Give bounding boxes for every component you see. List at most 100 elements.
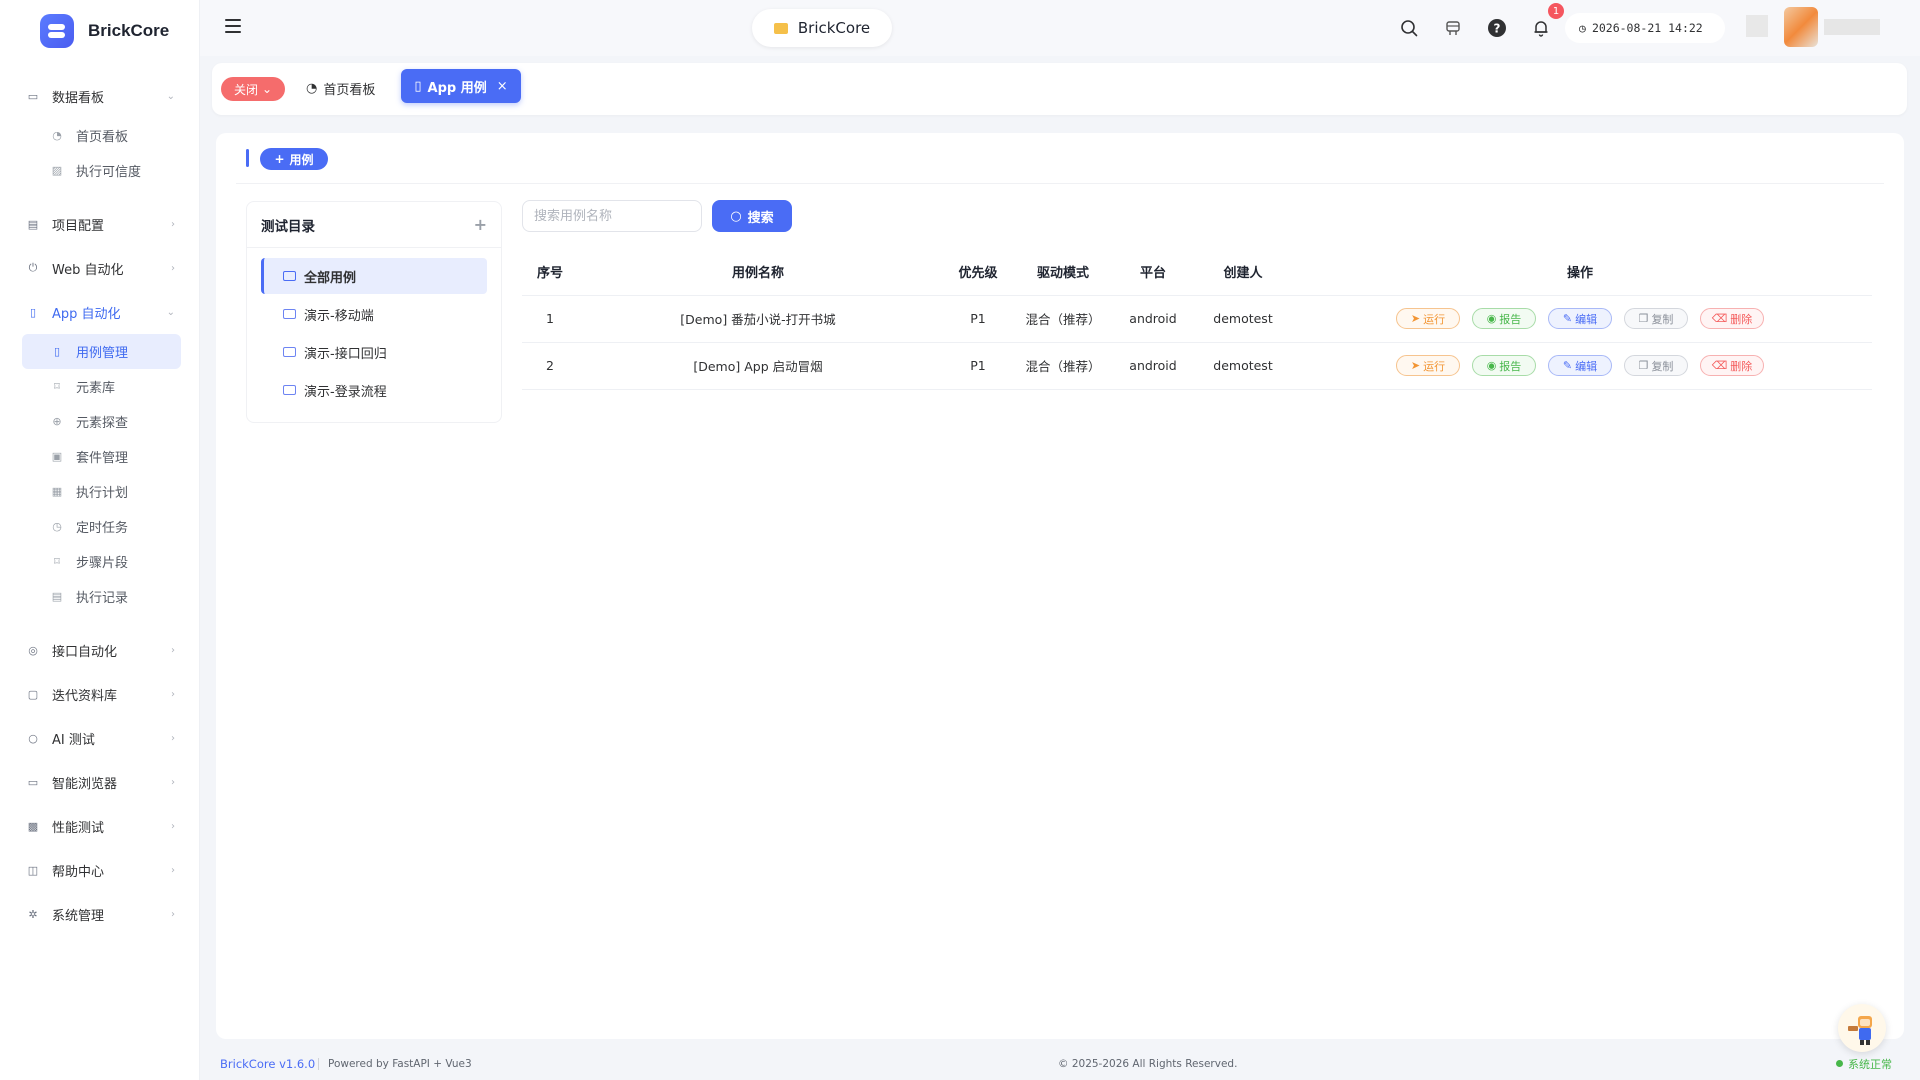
tab-home-dashboard[interactable]: ◔ 首页看板 <box>306 75 375 101</box>
edit-button[interactable]: ✎ 编辑 <box>1548 355 1612 376</box>
sidebar-group-api-automation[interactable]: ◎ 接口自动化 › <box>0 628 199 672</box>
sidebar-item-execution-records[interactable]: ▤ 执行记录 <box>22 579 181 614</box>
copy-button[interactable]: ❐ 复制 <box>1624 355 1688 376</box>
menu-toggle-icon[interactable] <box>225 19 241 33</box>
send-icon: ➤ <box>1410 312 1421 325</box>
tree-header: 测试目录 + <box>247 202 501 248</box>
powered-by: Powered by FastAPI + Vue3 <box>328 1057 472 1070</box>
header-actions: ? 1 <box>1398 0 1564 56</box>
cell-no: 2 <box>522 342 578 390</box>
copyright: © 2025-2026 All Rights Reserved. <box>1058 1057 1238 1070</box>
sidebar-group-app-automation[interactable]: ▯ App 自动化 ⌄ <box>0 290 199 334</box>
sidebar-item-label: 元素库 <box>76 381 116 396</box>
cell-name[interactable]: [Demo] 番茄小说-打开书城 <box>578 295 938 343</box>
folder-icon <box>773 22 788 34</box>
bell-icon[interactable]: 1 <box>1530 3 1564 39</box>
sidebar-group-iteration-library[interactable]: ▢ 迭代资料库 › <box>0 672 199 716</box>
table-row[interactable]: 1 [Demo] 番茄小说-打开书城 P1 混合（推荐） android dem… <box>522 295 1872 343</box>
search-button[interactable]: ○ 搜索 <box>712 200 792 232</box>
sidebar-item-scheduled-task[interactable]: ◷ 定时任务 <box>22 509 181 544</box>
cell-name[interactable]: [Demo] App 启动冒烟 <box>578 342 938 390</box>
case-search-input[interactable] <box>522 200 702 232</box>
column-header: 优先级 <box>938 249 1018 296</box>
column-header: 序号 <box>522 249 578 296</box>
tree-item-label: 演示-移动端 <box>304 308 374 324</box>
help-icon[interactable]: ? <box>1486 17 1508 39</box>
delete-button[interactable]: ⌫ 删除 <box>1700 355 1764 376</box>
assistant-mascot-icon[interactable] <box>1838 1004 1886 1052</box>
chevron-down-icon: ⌄ <box>166 306 175 318</box>
run-button[interactable]: ➤ 运行 <box>1396 308 1460 329</box>
edit-button[interactable]: ✎ 编辑 <box>1548 308 1612 329</box>
cell-creator: demotest <box>1198 342 1288 390</box>
report-button[interactable]: ◉ 报告 <box>1472 308 1536 329</box>
tree-item-label: 演示-接口回归 <box>304 346 387 362</box>
sidebar-item-element-inspector[interactable]: ⊕ 元素探查 <box>22 404 181 439</box>
cell-platform: android <box>1108 295 1198 343</box>
sidebar-group-performance-testing[interactable]: ▩ 性能测试 › <box>0 804 199 848</box>
close-icon[interactable]: × <box>497 79 508 94</box>
sidebar-item-element-library[interactable]: ⌑ 元素库 <box>22 369 181 404</box>
sidebar-group-help-center[interactable]: ◫ 帮助中心 › <box>0 848 199 892</box>
sidebar-group-ai-testing[interactable]: ○ AI 测试 › <box>0 716 199 760</box>
sidebar-item-execution-reliability[interactable]: ▨ 执行可信度 <box>22 153 181 188</box>
sidebar-group-smart-browser[interactable]: ▭ 智能浏览器 › <box>0 760 199 804</box>
sidebar-item-label: 首页看板 <box>76 130 129 145</box>
sidebar-item-execution-plan[interactable]: ▦ 执行计划 <box>22 474 181 509</box>
brand[interactable]: BrickCore <box>0 0 199 62</box>
eye-icon: ◉ <box>1486 359 1497 372</box>
cell-no: 1 <box>522 295 578 343</box>
run-button[interactable]: ➤ 运行 <box>1396 355 1460 376</box>
tree-item-demo-login-flow[interactable]: 演示-登录流程 <box>261 372 487 408</box>
add-case-button[interactable]: + 用例 <box>260 148 328 170</box>
report-label: 报告 <box>1499 359 1522 373</box>
report-label: 报告 <box>1499 312 1522 326</box>
theme-icon[interactable] <box>1442 17 1464 39</box>
sidebar-item-step-snippets[interactable]: ⌑ 步骤片段 <box>22 544 181 579</box>
chevron-right-icon: › <box>171 644 175 656</box>
column-header: 平台 <box>1108 249 1198 296</box>
brand-name: BrickCore <box>88 21 170 40</box>
tree-item-demo-api-regression[interactable]: 演示-接口回归 <box>261 334 487 370</box>
close-tabs-button[interactable]: 关闭 ⌄ <box>221 77 285 101</box>
delete-button[interactable]: ⌫ 删除 <box>1700 308 1764 329</box>
chevron-down-icon: ⌄ <box>261 82 273 96</box>
tree-item-demo-mobile[interactable]: 演示-移动端 <box>261 296 487 332</box>
cell-priority: P1 <box>938 295 1018 343</box>
plus-icon: + <box>274 152 285 166</box>
svg-text:?: ? <box>1494 22 1501 36</box>
tab-app-cases[interactable]: ▯ App 用例 × <box>401 69 521 103</box>
sidebar-item-home-dashboard[interactable]: ◔ 首页看板 <box>22 118 181 153</box>
tree-item-label: 全部用例 <box>304 270 357 286</box>
search-icon[interactable] <box>1398 17 1420 39</box>
gauge-icon: ◔ <box>52 129 62 142</box>
api-icon: ◎ <box>28 643 38 657</box>
footer: BrickCore v1.6.0 Powered by FastAPI + Vu… <box>200 1047 1920 1080</box>
tree-item-all-cases[interactable]: 全部用例 <box>261 258 487 294</box>
sidebar-group-data-dashboard[interactable]: ▭ 数据看板 ⌄ <box>0 74 199 118</box>
chevron-right-icon: › <box>171 776 175 788</box>
folder-icon <box>283 309 296 319</box>
run-label: 运行 <box>1423 312 1446 326</box>
copy-button[interactable]: ❐ 复制 <box>1624 308 1688 329</box>
sidebar-group-label: 项目配置 <box>52 218 105 234</box>
sidebar-item-suite-management[interactable]: ▣ 套件管理 <box>22 439 181 474</box>
search-button-label: 搜索 <box>747 210 774 226</box>
sidebar-group-system-management[interactable]: ✲ 系统管理 › <box>0 892 199 936</box>
clock-icon: ◷ <box>1579 21 1586 35</box>
project-selector[interactable]: BrickCore <box>752 9 892 47</box>
version-link[interactable]: BrickCore v1.6.0 <box>220 1057 315 1071</box>
sidebar-group-project-config[interactable]: ▤ 项目配置 › <box>0 202 199 246</box>
close-tabs-label: 关闭 <box>233 82 258 97</box>
sidebar-item-label: 执行记录 <box>76 591 129 606</box>
avatar[interactable] <box>1746 7 1880 47</box>
chevron-right-icon: › <box>171 262 175 274</box>
sidebar-group-web-automation[interactable]: ⏻ Web 自动化 › <box>0 246 199 290</box>
chevron-right-icon: › <box>171 218 175 230</box>
divider <box>236 183 1884 184</box>
report-button[interactable]: ◉ 报告 <box>1472 355 1536 376</box>
table-row[interactable]: 2 [Demo] App 启动冒烟 P1 混合（推荐） android demo… <box>522 342 1872 390</box>
sidebar-item-case-management[interactable]: ▯ 用例管理 <box>22 334 181 369</box>
add-folder-icon[interactable]: + <box>474 215 487 234</box>
copy-icon: ❐ <box>1638 312 1649 325</box>
